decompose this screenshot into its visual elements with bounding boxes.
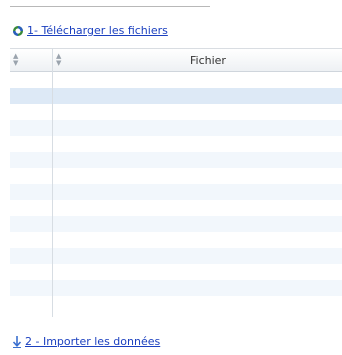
table-row[interactable] bbox=[10, 136, 342, 152]
table-row[interactable] bbox=[10, 248, 342, 264]
refresh-icon bbox=[12, 25, 24, 37]
table-row[interactable] bbox=[10, 168, 342, 184]
sort-icon[interactable]: ▲ ▼ bbox=[56, 53, 61, 67]
table-row[interactable] bbox=[10, 72, 342, 88]
divider bbox=[10, 6, 210, 7]
table-row[interactable] bbox=[10, 184, 342, 200]
files-grid: ▲ ▼ ▲ ▼ Fichier bbox=[10, 48, 342, 317]
table-row[interactable] bbox=[10, 152, 342, 168]
table-row[interactable] bbox=[10, 280, 342, 296]
table-row[interactable] bbox=[10, 104, 342, 120]
download-arrow-icon bbox=[12, 335, 22, 348]
grid-header: ▲ ▼ ▲ ▼ Fichier bbox=[10, 48, 342, 72]
table-row[interactable] bbox=[10, 200, 342, 216]
step2-label: 2 - Importer les données bbox=[25, 335, 161, 348]
step1-label: 1- Télécharger les fichiers bbox=[27, 24, 168, 37]
step1-upload-link[interactable]: 1- Télécharger les fichiers bbox=[12, 24, 168, 37]
table-row[interactable] bbox=[10, 88, 342, 104]
upload-panel: 1- Télécharger les fichiers ▲ ▼ ▲ ▼ Fichie… bbox=[0, 0, 342, 355]
table-row[interactable] bbox=[10, 296, 342, 312]
step2-import-link[interactable]: 2 - Importer les données bbox=[12, 335, 160, 348]
table-row[interactable] bbox=[10, 232, 342, 248]
grid-body bbox=[10, 72, 342, 312]
table-row[interactable] bbox=[10, 216, 342, 232]
sort-icon[interactable]: ▲ ▼ bbox=[13, 53, 18, 67]
column-separator[interactable] bbox=[52, 48, 53, 317]
table-row[interactable] bbox=[10, 120, 342, 136]
column-header-file[interactable]: Fichier bbox=[190, 54, 226, 67]
table-row[interactable] bbox=[10, 264, 342, 280]
